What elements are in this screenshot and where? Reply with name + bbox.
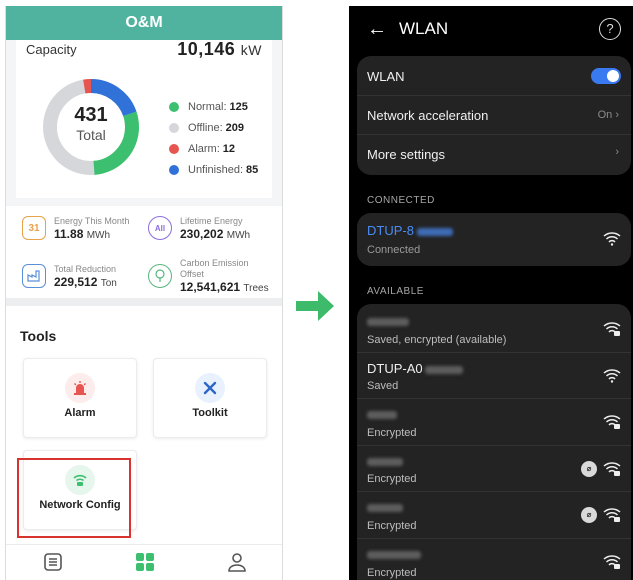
help-icon[interactable]: ? — [599, 18, 621, 40]
alarm-icon — [65, 373, 95, 403]
wlan-toggle[interactable] — [591, 68, 621, 84]
unfinished-dot-icon — [169, 164, 179, 175]
connected-network-row[interactable]: DTUP-8 Connected — [357, 213, 631, 266]
network-config-tool-label: Network Config — [39, 499, 121, 511]
profile-icon[interactable] — [226, 551, 248, 573]
status-legend: Normal: 125 Offline: 209 Alarm: 12 Unfinish… — [169, 96, 258, 180]
wifi-lock-icon — [603, 322, 621, 336]
total-count: 431 — [74, 104, 108, 126]
available-network-3[interactable]: Encrypted — [357, 399, 631, 446]
blurred-ssid — [367, 458, 403, 466]
stat-lifetime-energy: All Lifetime Energy 230,202 MWh — [148, 216, 250, 243]
app-title: O&M — [6, 6, 282, 40]
connected-ssid: DTUP-8 — [367, 223, 453, 238]
plant-summary-card: Capacity 10,146 kW 431 Total Normal: 125 … — [16, 38, 272, 198]
calendar-icon: 31 — [22, 216, 46, 240]
legend-unfinished: Unfinished: 85 — [169, 159, 258, 180]
device-icon: ⌀ — [581, 461, 597, 477]
wifi-icon — [603, 232, 621, 246]
available-header: AVAILABLE — [367, 286, 424, 297]
donut-center: 431 Total — [38, 74, 144, 180]
network-acceleration-label: Network acceleration — [367, 108, 489, 123]
wifi-lock-icon — [603, 415, 621, 429]
wifi-lock-icon — [603, 508, 621, 522]
tools-section: Tools Alarm Toolkit Network Config — [6, 306, 282, 546]
device-status-chart: 431 Total Normal: 125 Offline: 209 Alarm: 1… — [16, 58, 272, 198]
available-network-4[interactable]: Encrypted ⌀ — [357, 446, 631, 492]
available-networks-group: Saved, encrypted (available) DTUP-A0 Sav… — [357, 304, 631, 580]
wlan-toggle-row[interactable]: WLAN — [357, 56, 631, 96]
network-status: Encrypted — [367, 473, 417, 485]
toolkit-tool-button[interactable]: Toolkit — [153, 358, 267, 438]
wifi-lock-icon — [603, 555, 621, 569]
blurred-ssid — [367, 551, 421, 559]
list-icon[interactable] — [42, 551, 64, 573]
network-status: Saved, encrypted (available) — [367, 334, 507, 346]
total-label: Total — [76, 127, 106, 143]
network-acceleration-row[interactable]: Network acceleration On › — [357, 96, 631, 135]
bottom-nav — [6, 544, 282, 580]
device-icon: ⌀ — [581, 507, 597, 523]
legend-alarm: Alarm: 12 — [169, 138, 258, 159]
right-arrow-icon — [296, 291, 334, 321]
wifi-lock-icon — [603, 462, 621, 476]
wlan-top-bar: ← WLAN ? — [349, 6, 633, 54]
available-network-5[interactable]: Encrypted ⌀ — [357, 492, 631, 539]
back-arrow-icon[interactable]: ← — [367, 18, 387, 41]
network-status: Encrypted — [367, 567, 417, 579]
capacity-label: Capacity — [26, 41, 77, 57]
connected-status: Connected — [367, 244, 421, 256]
more-settings-row[interactable]: More settings › — [357, 135, 631, 174]
stat-energy-month: 31 Energy This Month 11.88 MWh — [22, 216, 129, 243]
capacity-value: 10,146 kW — [177, 38, 262, 59]
normal-dot-icon — [169, 101, 179, 112]
chevron-right-icon: › — [615, 146, 619, 158]
capacity-row: Capacity 10,146 kW — [16, 38, 272, 59]
alarm-tool-label: Alarm — [64, 407, 96, 419]
tools-title: Tools — [20, 328, 57, 344]
toolkit-icon — [195, 373, 225, 403]
stat-total-reduction: Total Reduction 229,512 Ton — [22, 264, 117, 291]
tree-icon — [148, 264, 172, 288]
network-status: Encrypted — [367, 520, 417, 532]
energy-stats: 31 Energy This Month 11.88 MWh All Lifeti… — [6, 206, 282, 298]
legend-normal: Normal: 125 — [169, 96, 258, 117]
network-ssid: DTUP-A0 — [367, 361, 463, 376]
toolkit-tool-label: Toolkit — [192, 407, 228, 419]
network-status: Saved — [367, 380, 399, 392]
network-config-icon — [65, 465, 95, 495]
blurred-ssid — [367, 411, 397, 419]
offline-dot-icon — [169, 122, 179, 133]
factory-icon — [22, 264, 46, 288]
available-network-2[interactable]: DTUP-A0 Saved — [357, 353, 631, 399]
om-app-screen: O&M Capacity 10,146 kW 431 Total Normal:… — [5, 6, 283, 580]
page-title: WLAN — [399, 19, 449, 38]
network-status: Encrypted — [367, 427, 417, 439]
connected-network-group: DTUP-8 Connected — [357, 213, 631, 266]
wlan-settings-group: WLAN Network acceleration On › More sett… — [357, 56, 631, 175]
alarm-tool-button[interactable]: Alarm — [23, 358, 137, 438]
more-settings-label: More settings — [367, 147, 446, 162]
available-network-1[interactable]: Saved, encrypted (available) — [357, 304, 631, 353]
alarm-dot-icon — [169, 143, 179, 154]
wlan-settings-screen: ← WLAN ? WLAN Network acceleration On › … — [349, 6, 633, 580]
section-divider — [6, 298, 282, 306]
wifi-icon — [603, 369, 621, 383]
network-acceleration-value: On › — [597, 109, 619, 121]
network-config-tool-button[interactable]: Network Config — [23, 450, 137, 530]
legend-offline: Offline: 209 — [169, 117, 258, 138]
all-icon: All — [148, 216, 172, 240]
dashboard-icon[interactable] — [134, 551, 156, 573]
blurred-ssid — [367, 504, 403, 512]
blurred-ssid — [367, 318, 409, 326]
stat-carbon-offset: Carbon Emission Offset 12,541,621 Trees — [148, 258, 269, 296]
available-network-6[interactable]: Encrypted — [357, 539, 631, 580]
connected-header: CONNECTED — [367, 195, 435, 206]
wlan-label: WLAN — [367, 69, 405, 84]
